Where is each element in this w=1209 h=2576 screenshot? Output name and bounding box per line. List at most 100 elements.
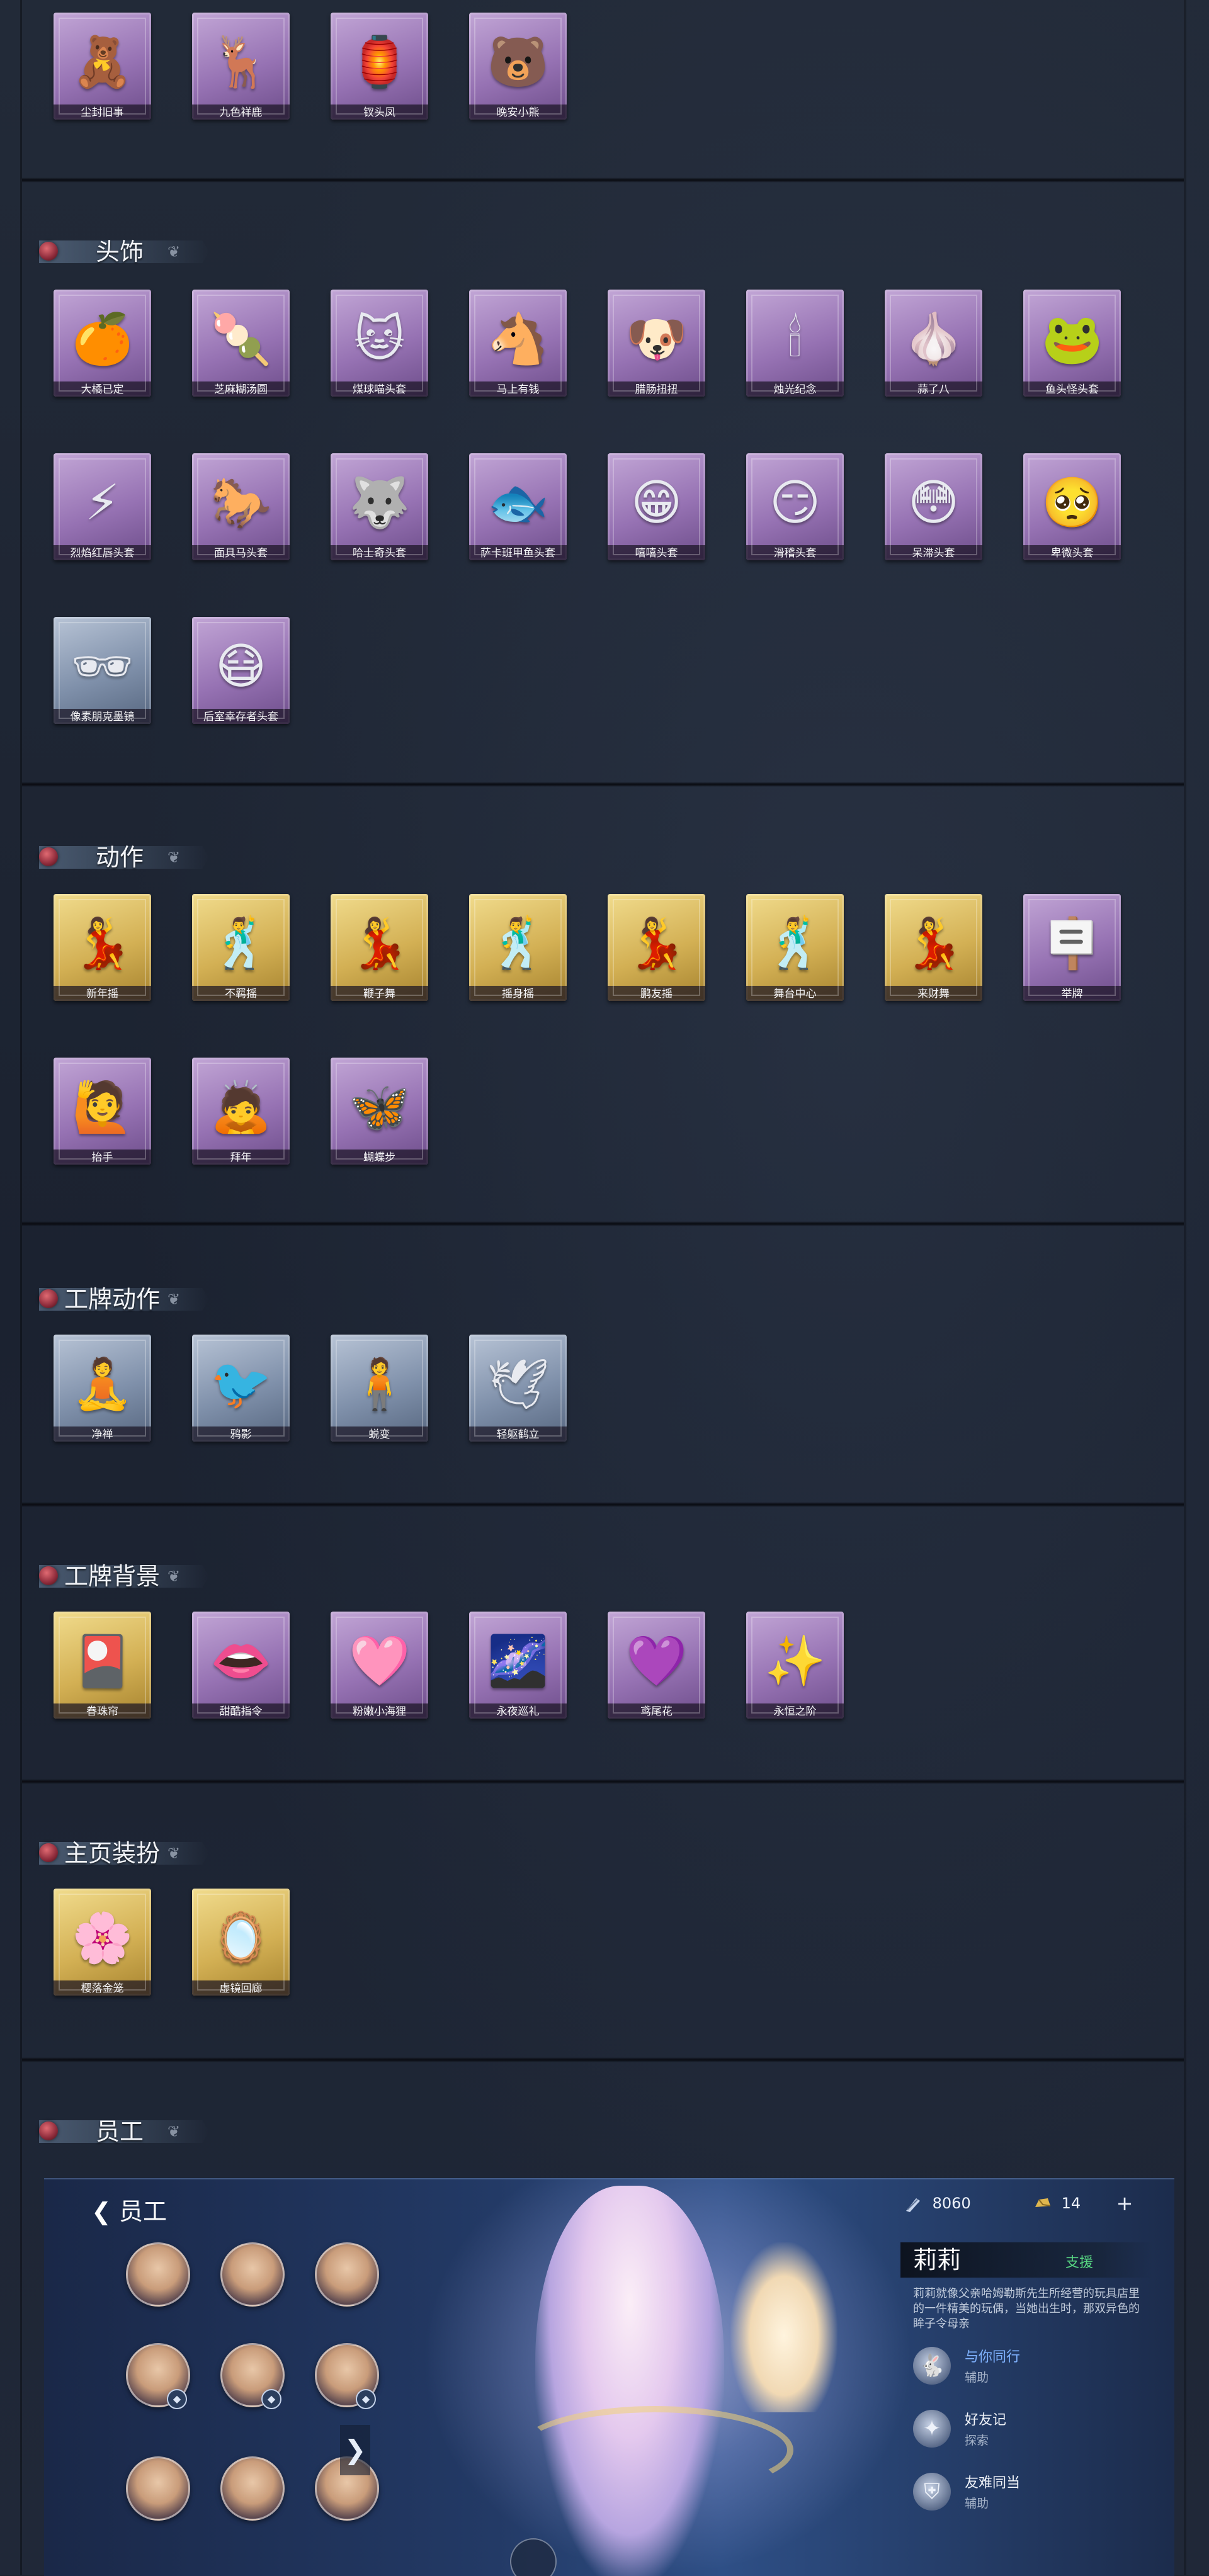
- item-label: 虚镜回廊: [192, 1980, 290, 1996]
- item-label: 烛光纪念: [746, 381, 844, 397]
- cosmetic-item[interactable]: 🧘 净禅: [54, 1335, 151, 1457]
- cosmetic-item[interactable]: 🐱 煤球喵头套: [331, 290, 428, 412]
- item-label: 后室幸存者头套: [192, 709, 290, 724]
- ruby-gem-icon: [39, 1289, 58, 1308]
- staff-avatar[interactable]: [126, 2456, 190, 2521]
- item-label: 鱼头怪头套: [1023, 381, 1121, 397]
- cosmetic-item[interactable]: 😁 嘻嘻头套: [608, 453, 705, 576]
- badge-pose-icon: 🐦: [210, 1356, 272, 1413]
- swirl-ornament-icon: ❦: [167, 243, 181, 261]
- staff-avatar[interactable]: ◆: [315, 2343, 379, 2409]
- cosmetic-item[interactable]: 🕶 像素朋克墨镜: [54, 617, 151, 740]
- cosmetic-item[interactable]: 🩷 粉嫩小海狸: [331, 1612, 428, 1734]
- cosmetic-item[interactable]: 🐺 哈士奇头套: [331, 453, 428, 576]
- item-card: 🐎 面具马头套: [192, 453, 290, 560]
- wave-pose-icon: 🙋: [71, 1079, 133, 1136]
- trait-item[interactable]: 🐇 与你同行 辅助: [913, 2343, 1152, 2393]
- cat-head-icon: 🐱: [353, 311, 406, 368]
- cosmetic-item[interactable]: 🌸 樱落金笼: [54, 1889, 151, 2011]
- cosmetic-item[interactable]: 🧄 蒜了八: [885, 290, 982, 412]
- staff-screenshot: ❮ 员工 ◆ ◆ ◆ ❯ 8060 14 + 莉莉 支援 莉莉就像父亲哈姆勒斯先…: [44, 2178, 1174, 2576]
- item-card: 🙇 拜年: [192, 1058, 290, 1165]
- cosmetic-item[interactable]: 💃 新年摇: [54, 894, 151, 1017]
- home-decor-icon: 🪞: [210, 1910, 272, 1967]
- back-button[interactable]: ❮ 员工: [91, 2192, 167, 2227]
- cosmetic-item[interactable]: 🥺 卑微头套: [1023, 453, 1121, 576]
- cosmetic-item[interactable]: 🕺 舞台中心: [746, 894, 844, 1017]
- cosmetic-item[interactable]: 🐻 晚安小熊: [469, 13, 567, 135]
- cosmetic-item[interactable]: 🐴 马上有钱: [469, 290, 567, 412]
- cosmetic-item[interactable]: 🎴 眷珠帘: [54, 1612, 151, 1734]
- cosmetic-item[interactable]: 🌌 永夜巡礼: [469, 1612, 567, 1734]
- item-label: 眷珠帘: [54, 1703, 151, 1719]
- cosmetic-item[interactable]: 🧸 尘封旧事: [54, 13, 151, 135]
- bunny-trait-icon: 🐇: [913, 2347, 951, 2385]
- item-card: 💃 鹏友摇: [608, 894, 705, 1001]
- cosmetic-item[interactable]: ⚡ 烈焰红唇头套: [54, 453, 151, 576]
- cosmetic-item[interactable]: ✨ 永恒之阶: [746, 1612, 844, 1734]
- cosmetic-item[interactable]: 💃 来财舞: [885, 894, 982, 1017]
- item-card: 🐱 煤球喵头套: [331, 290, 428, 397]
- cosmetic-item[interactable]: 🕺 不羁摇: [192, 894, 290, 1017]
- staff-avatar[interactable]: [126, 2242, 190, 2307]
- cosmetic-item[interactable]: 😏 滑稽头套: [746, 453, 844, 576]
- currency-secondary-value: 14: [1061, 2195, 1081, 2212]
- trait-name: 好友记: [965, 2412, 1007, 2428]
- item-label: 腊肠扭扭: [608, 381, 705, 397]
- cosmetic-item[interactable]: 🪧 举牌: [1023, 894, 1121, 1017]
- trait-item[interactable]: ✦ 好友记 探索: [913, 2406, 1152, 2456]
- section-title: 工牌动作: [64, 1285, 161, 1313]
- cosmetic-item[interactable]: 😷 后室幸存者头套: [192, 617, 290, 740]
- trait-item[interactable]: ⛨ 友难同当 辅助: [913, 2469, 1152, 2519]
- add-currency-button[interactable]: +: [1115, 2193, 1135, 2213]
- cosmetic-item[interactable]: 🧍 蜕变: [331, 1335, 428, 1457]
- cosmetic-item[interactable]: 🐎 面具马头套: [192, 453, 290, 576]
- cosmetic-item[interactable]: 🐸 鱼头怪头套: [1023, 290, 1121, 412]
- butterfly-pose-icon: 🦋: [348, 1079, 411, 1136]
- item-card: 🐦 鸦影: [192, 1335, 290, 1442]
- item-card: 🌸 樱落金笼: [54, 1889, 151, 1996]
- cosmetic-item[interactable]: 💃 鹏友摇: [608, 894, 705, 1017]
- cosmetic-item[interactable]: 🪞 虚镜回廊: [192, 1889, 290, 2011]
- section-divider: [22, 178, 1184, 183]
- staff-avatar[interactable]: [315, 2242, 379, 2307]
- cosmetic-item[interactable]: 🕺 摇身摇: [469, 894, 567, 1017]
- cosmetic-item[interactable]: 👄 甜酷指令: [192, 1612, 290, 1734]
- chevron-left-icon: ❮: [91, 2198, 111, 2225]
- cosmetic-item[interactable]: 🦌 九色祥鹿: [192, 13, 290, 135]
- staff-info-panel: 莉莉 支援 莉莉就像父亲哈姆勒斯先生所经营的玩具店里的一件精美的玩偶，当她出生时…: [900, 2242, 1165, 2576]
- chevron-right-icon[interactable]: ❯: [340, 2425, 370, 2475]
- cosmetic-item[interactable]: 😳 呆滞头套: [885, 453, 982, 576]
- stare-head-icon: 😳: [907, 475, 960, 531]
- item-label: 芝麻糊汤圆: [192, 381, 290, 397]
- cosmetic-item[interactable]: 🍡 芝麻糊汤圆: [192, 290, 290, 412]
- item-label: 不羁摇: [192, 986, 290, 1001]
- staff-avatar[interactable]: ◆: [126, 2343, 190, 2409]
- cosmetic-item[interactable]: 🏮 钗头凤: [331, 13, 428, 135]
- cosmetic-item[interactable]: 🐟 萨卡班甲鱼头套: [469, 453, 567, 576]
- staff-avatar[interactable]: [220, 2456, 285, 2521]
- cosmetic-item[interactable]: 🦋 蝴蝶步: [331, 1058, 428, 1180]
- cosmetic-item[interactable]: 🕯 烛光纪念: [746, 290, 844, 412]
- fish-head-icon: 🐸: [1041, 311, 1103, 368]
- cosmetic-item[interactable]: 🍊 大橘已定: [54, 290, 151, 412]
- cosmetic-item[interactable]: 💜 鸢尾花: [608, 1612, 705, 1734]
- staff-avatar[interactable]: ◆: [220, 2343, 285, 2409]
- cosmetic-item[interactable]: 🙋 抬手: [54, 1058, 151, 1180]
- badge-pose-icon: 🧘: [71, 1356, 133, 1413]
- item-card: 🦋 蝴蝶步: [331, 1058, 428, 1165]
- item-label: 举牌: [1023, 986, 1121, 1001]
- swirl-ornament-icon: ❦: [167, 1844, 181, 1862]
- cosmetic-item[interactable]: 🐶 腊肠扭扭: [608, 290, 705, 412]
- cosmetic-item[interactable]: 🕊 轻躯鹤立: [469, 1335, 567, 1457]
- section-divider: [22, 2057, 1184, 2062]
- cosmetic-item[interactable]: 🐦 鸦影: [192, 1335, 290, 1457]
- item-card: 💃 鞭子舞: [331, 894, 428, 1001]
- cosmetic-item[interactable]: 💃 鞭子舞: [331, 894, 428, 1017]
- character-showcase: [422, 2179, 913, 2576]
- item-label: 来财舞: [885, 986, 982, 1001]
- staff-avatar[interactable]: [220, 2242, 285, 2307]
- item-card: 🕊 轻躯鹤立: [469, 1335, 567, 1442]
- cosmetic-item[interactable]: 🙇 拜年: [192, 1058, 290, 1180]
- swirl-ornament-icon: ❦: [167, 1568, 181, 1585]
